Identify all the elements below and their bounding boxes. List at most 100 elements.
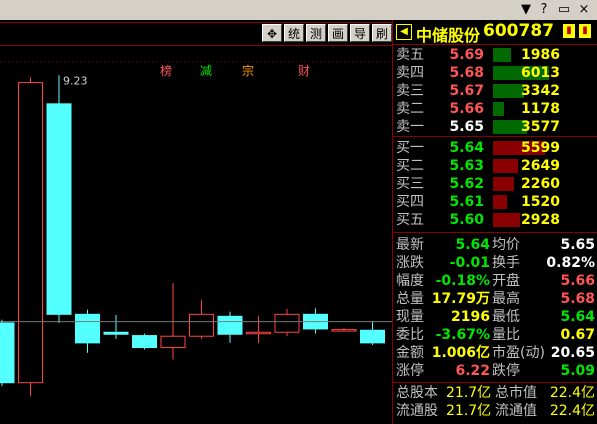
chart-toolbar: ✥ 统 测 画 导 刷 [0, 22, 392, 46]
candle-body[interactable] [331, 329, 357, 332]
stat-label: 量比 [492, 327, 520, 343]
quote-header: ◀ 中储股份 600787 ▮ ▮ [393, 20, 597, 45]
ask-volume: 1178 [521, 101, 560, 117]
stat-value: 5.68 [560, 291, 595, 307]
candle-body[interactable] [46, 103, 72, 315]
bid-volume-bar [493, 213, 520, 227]
stat-value: 5.65 [560, 237, 595, 253]
stat-label: 涨停 [396, 363, 424, 379]
stat-value: 6.22 [455, 363, 490, 379]
bid-price: 5.61 [449, 194, 484, 210]
info-icon[interactable]: ▮ [563, 24, 575, 38]
ask-row[interactable]: 卖一 5.65 3577 [393, 118, 597, 136]
stat-value: 20.65 [550, 345, 595, 361]
candle-body[interactable] [103, 331, 129, 335]
bid-price: 5.62 [449, 176, 484, 192]
bid-label: 买一 [396, 140, 424, 156]
stat-row: 委比 -3.67% 量比 0.67 [393, 326, 597, 344]
ask-volume: 6013 [521, 65, 560, 81]
ask-volume: 3342 [521, 83, 560, 99]
candle-body[interactable] [189, 313, 214, 337]
capital-row: 流通股 21.7亿 流通值 22.4亿 [393, 402, 597, 420]
stock-name: 中储股份 [416, 26, 481, 45]
high-price-label: 9.23 [63, 74, 88, 87]
stat-value: 0.82% [546, 255, 595, 271]
bid-price: 5.64 [449, 140, 484, 156]
capital-label: 总股本 [396, 385, 438, 401]
close-icon[interactable]: × [576, 2, 592, 18]
ask-price: 5.66 [449, 101, 484, 117]
stat-label: 换手 [492, 255, 520, 271]
candle-body[interactable] [274, 313, 300, 333]
measure-button[interactable]: 测 [306, 24, 326, 42]
bid-price: 5.60 [449, 212, 484, 228]
stat-row: 涨跌 -0.01 换手 0.82% [393, 254, 597, 272]
stat-label: 总量 [396, 291, 424, 307]
stat-row: 幅度 -0.18% 开盘 5.66 [393, 272, 597, 290]
ask-price: 5.65 [449, 119, 484, 135]
candle-body[interactable] [217, 315, 243, 335]
ask-label: 卖五 [396, 47, 424, 63]
bid-volume-bar [493, 177, 514, 191]
stat-value: -0.18% [435, 273, 490, 289]
capital-divider [393, 382, 597, 383]
help-icon[interactable]: ? [536, 2, 552, 18]
stat-label: 市盈(动) [492, 345, 545, 361]
stat-value: 2196 [451, 309, 490, 325]
draw-button[interactable]: 画 [328, 24, 348, 42]
ask-volume-bar [493, 102, 504, 116]
move-icon[interactable]: ✥ [262, 24, 282, 42]
ask-row[interactable]: 卖四 5.68 6013 [393, 64, 597, 82]
ask-price: 5.68 [449, 65, 484, 81]
stat-label: 跌停 [492, 363, 520, 379]
stat-value: 17.79万 [431, 291, 490, 307]
candle-body[interactable] [18, 82, 43, 384]
candle-body[interactable] [75, 313, 100, 344]
ask-row[interactable]: 卖五 5.69 1986 [393, 46, 597, 64]
stat-value: 5.64 [560, 309, 595, 325]
capital-label: 总市值 [495, 385, 537, 401]
capital-value: 22.4亿 [549, 403, 595, 419]
bid-price: 5.63 [449, 158, 484, 174]
candlestick-svg[interactable]: 9.23 [0, 44, 392, 424]
stats-button[interactable]: 统 [284, 24, 304, 42]
capital-value: 22.4亿 [549, 385, 595, 401]
candle-body[interactable] [132, 335, 157, 349]
collapse-arrow-icon[interactable]: ◀ [396, 24, 412, 40]
export-button[interactable]: 导 [350, 24, 370, 42]
stat-row: 现量 2196 最低 5.64 [393, 308, 597, 326]
stat-row: 总量 17.79万 最高 5.68 [393, 290, 597, 308]
stat-value: 1.006亿 [431, 345, 490, 361]
candle-body[interactable] [246, 331, 271, 335]
stat-value: 5.66 [560, 273, 595, 289]
bid-volume-bar [493, 159, 518, 173]
detail-icon[interactable]: ▮ [579, 24, 591, 38]
candle-body[interactable] [160, 335, 186, 349]
ask-price: 5.67 [449, 83, 484, 99]
candle-body[interactable] [360, 329, 385, 344]
ask-row[interactable]: 卖二 5.66 1178 [393, 100, 597, 118]
stat-label: 最高 [492, 291, 520, 307]
stat-value: 0.67 [560, 327, 595, 343]
stat-label: 幅度 [396, 273, 424, 289]
bid-row[interactable]: 买三 5.62 2260 [393, 175, 597, 193]
stat-label: 开盘 [492, 273, 520, 289]
bid-row[interactable]: 买四 5.61 1520 [393, 193, 597, 211]
bid-row[interactable]: 买二 5.63 2649 [393, 157, 597, 175]
bid-label: 买五 [396, 212, 424, 228]
bid-row[interactable]: 买五 5.60 2928 [393, 211, 597, 229]
restore-icon[interactable]: ▭ [556, 2, 572, 18]
stat-label: 现量 [396, 309, 424, 325]
bid-volume: 5599 [521, 140, 560, 156]
stat-label: 委比 [396, 327, 424, 343]
window-titlebar: ▼ ? ▭ × [0, 0, 597, 20]
candle-body[interactable] [0, 322, 15, 384]
minimize-icon[interactable]: ▼ [518, 2, 534, 18]
bid-row[interactable]: 买一 5.64 5599 [393, 139, 597, 157]
capital-value: 21.7亿 [446, 385, 492, 401]
bid-label: 买三 [396, 176, 424, 192]
capital-value: 21.7亿 [446, 403, 492, 419]
quote-panel: ◀ 中储股份 600787 ▮ ▮ 卖五 5.69 1986 卖四 5.68 6013 卖三… [392, 20, 597, 424]
refresh-button[interactable]: 刷 [372, 24, 392, 42]
ask-row[interactable]: 卖三 5.67 3342 [393, 82, 597, 100]
